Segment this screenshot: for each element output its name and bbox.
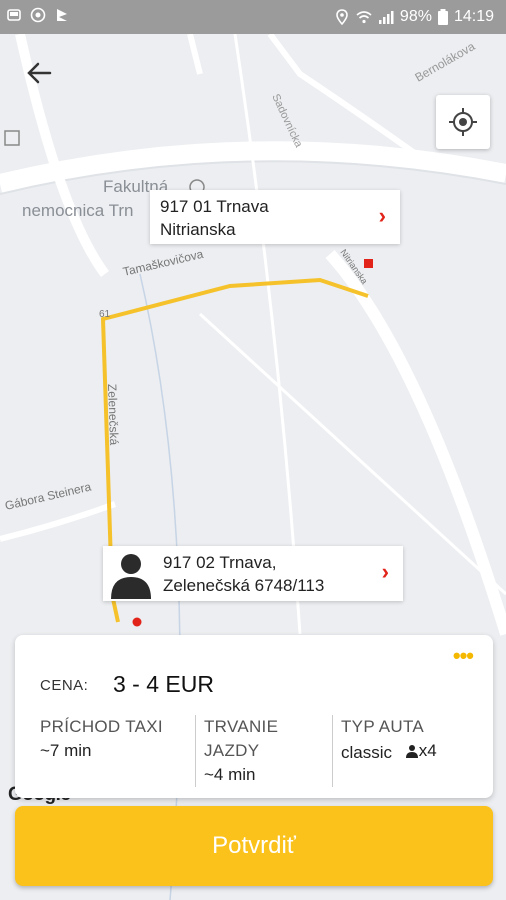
pickup-marker	[132, 617, 142, 627]
location-icon	[336, 9, 348, 25]
pickup-address-card[interactable]: 917 02 Trnava, Zelenečská 6748/113 ›	[103, 546, 403, 601]
arrival-column: PRÍCHOD TAXI ~7 min	[40, 715, 163, 763]
seat-count: x4	[418, 741, 437, 760]
flag-icon	[57, 9, 67, 21]
car-type-column: TYP AUTA classic x4	[332, 715, 437, 787]
destination-address-card[interactable]: 917 01 Trnava Nitrianska ›	[150, 190, 400, 244]
pickup-line2: Zelenečská 6748/113	[163, 576, 325, 595]
duration-column: TRVANIE JAZDY ~4 min	[195, 715, 278, 787]
car-type-value: classic	[341, 743, 393, 762]
map-label-road-number: 61	[99, 309, 111, 320]
duration-value: ~4 min	[204, 765, 256, 784]
more-options-icon[interactable]: •••	[453, 643, 474, 669]
battery-percent: 98%	[399, 8, 432, 25]
destination-line1: 917 01 Trnava	[160, 197, 269, 216]
chevron-right-icon: ›	[381, 559, 389, 584]
seats: x4	[405, 739, 437, 763]
chevron-right-icon: ›	[378, 203, 386, 228]
crosshair-icon	[449, 108, 477, 136]
map-label-nemocnica: nemocnica Trn	[22, 201, 134, 220]
arrival-label: PRÍCHOD TAXI	[40, 717, 163, 736]
pickup-address: 917 02 Trnava, Zelenečská 6748/113	[163, 551, 324, 597]
status-bar: 98% 14:19	[0, 0, 506, 34]
duration-label-line1: TRVANIE	[204, 717, 279, 736]
confirm-button[interactable]: Potvrdiť	[15, 806, 493, 886]
car-type-row: classic x4	[341, 739, 437, 765]
emoji-icon	[30, 7, 46, 23]
person-icon	[111, 554, 151, 599]
my-location-button[interactable]	[436, 95, 490, 149]
destination-address: 917 01 Trnava Nitrianska	[160, 195, 269, 241]
car-type-label: TYP AUTA	[341, 717, 425, 736]
clock: 14:19	[453, 8, 494, 25]
map-label-zelenecska: Zelenečská	[105, 384, 121, 446]
person-icon	[405, 745, 418, 758]
wifi-icon	[356, 11, 372, 24]
status-left-icons	[6, 7, 70, 23]
destination-marker	[364, 259, 373, 268]
status-right: 98% 14:19	[334, 8, 494, 26]
price-value: 3 - 4 EUR	[113, 671, 214, 697]
taxi-icon	[7, 9, 21, 21]
back-arrow-icon[interactable]	[22, 56, 56, 90]
destination-line2: Nitrianska	[160, 220, 236, 239]
ride-summary-card: ••• CENA: 3 - 4 EUR PRÍCHOD TAXI ~7 min …	[15, 635, 493, 798]
price-label: CENA:	[40, 677, 89, 694]
pickup-line1: 917 02 Trnava,	[163, 553, 277, 572]
duration-label-line2: JAZDY	[204, 741, 260, 760]
signal-icon	[378, 11, 394, 24]
arrival-value: ~7 min	[40, 741, 92, 760]
battery-icon	[437, 9, 448, 25]
